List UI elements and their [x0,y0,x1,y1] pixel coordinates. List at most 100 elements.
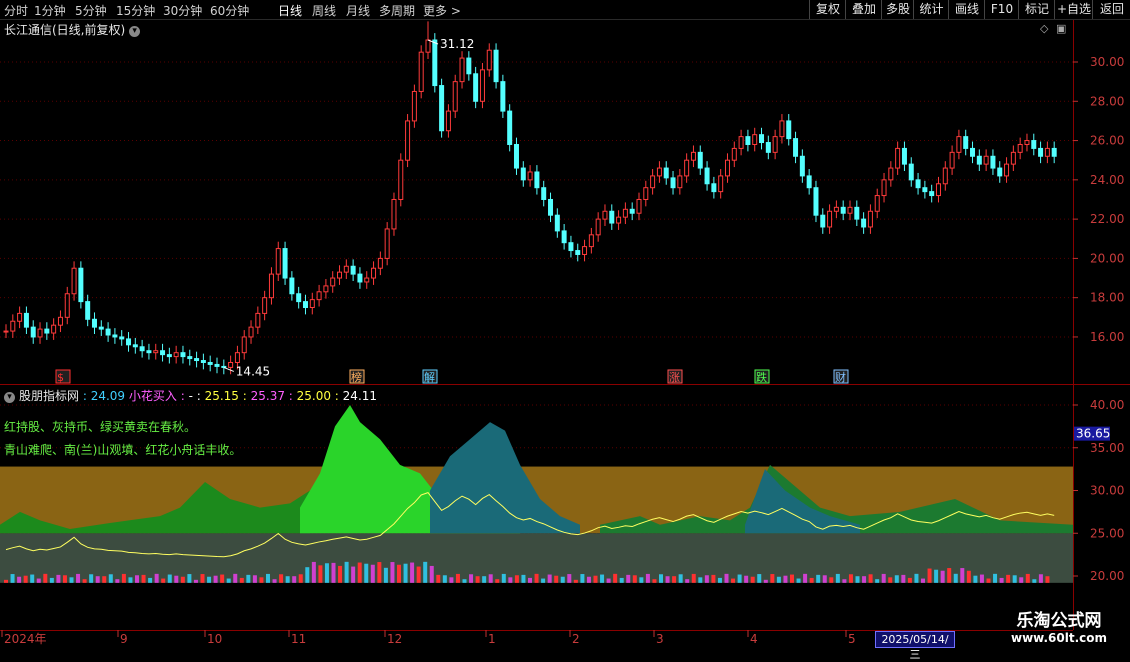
candle-body [629,208,635,214]
multi-stock-button[interactable]: 多股 [881,0,914,19]
period-tab-timeshare[interactable]: 分时 [4,2,28,19]
indicator-bar [979,574,984,583]
period-tab-60min[interactable]: 60分钟 [210,2,249,19]
candle-body [350,265,356,275]
candle-body [670,177,676,189]
back-button[interactable]: 返回 [1092,0,1130,19]
indicator-bar [239,577,244,583]
indicator-bar [927,568,932,583]
indicator-bar [1012,575,1017,583]
indicator-bar [102,576,107,583]
panel-toggle-icon[interactable]: ▣ [1056,22,1066,35]
candle-body [724,159,730,177]
period-tab-15min[interactable]: 15分钟 [116,2,155,19]
indicator-bar [469,574,474,583]
candle-body [833,206,839,212]
candle-body [51,324,57,334]
indicator-bar [547,574,552,583]
current-value-label: 36.65 [1076,427,1110,441]
candle-body [268,273,274,299]
candle-body [704,167,710,185]
overlay-button[interactable]: 叠加 [845,0,882,19]
candle-body [554,214,560,232]
period-tab-1min[interactable]: 1分钟 [34,2,66,19]
low-label: 14.45 [236,364,270,378]
indicator-bar [1045,576,1050,583]
indicator-bar [193,579,198,583]
candlesticks [3,21,1057,375]
period-tab-daily[interactable]: 日线 [278,2,302,19]
indicator-bar [999,577,1004,583]
f10-button[interactable]: F10 [984,0,1019,19]
candle-body [289,277,295,295]
indicator-bar [311,561,316,583]
candle-body [411,90,417,122]
candle-body [262,297,268,314]
indicator-bar [600,574,605,583]
candle-body [493,49,499,83]
indicator-bar [49,577,54,583]
candle-body [690,151,696,161]
candle-body [398,159,404,200]
indicator-bar [953,573,958,583]
kline-chart-canvas[interactable]: 30.00 28.00 26.00 24.00 22.00 20.00 18.00 16.00… [0,0,1130,650]
statistics-button[interactable]: 统计 [913,0,949,19]
candle-body [901,147,907,165]
indicator-bar [455,573,460,583]
price-tick-label: 28.00 [1090,94,1124,108]
indicator-bar [1025,573,1030,583]
candle-body [445,110,451,132]
indicator-value-0: : 24.09 [82,389,126,403]
indicator-note-1: 红持股、灰持币、绿买黄卖在春秋。 [4,420,197,434]
candle-body [37,328,43,338]
candle-body [779,120,785,138]
indicator-bar [855,576,860,583]
indicator-bar [606,578,611,583]
chevron-down-icon[interactable]: ▾ [4,392,15,403]
candle-body [228,361,234,368]
period-tab-monthly[interactable]: 月线 [346,2,370,19]
period-tab-5min[interactable]: 5分钟 [75,2,107,19]
indicator-axis: 40.00 35.00 30.00 25.00 20.00 36.65 [1073,398,1124,583]
candle-body [990,155,996,169]
indicator-bar [993,573,998,583]
time-axis: 2024年 9 10 11 12 1 2 3 4 5 [1,630,856,646]
candle-body [697,151,703,169]
candle-body [772,136,778,153]
diamond-icon[interactable]: ◇ [1040,22,1048,35]
draw-line-button[interactable]: 画线 [948,0,985,19]
period-tab-weekly[interactable]: 周线 [312,2,336,19]
indicator-bar [534,573,539,583]
indicator-bar [324,563,329,583]
candle-body [85,301,91,320]
chevron-down-icon[interactable]: ▾ [129,26,141,37]
indicator-bar [1032,579,1037,583]
more-periods-menu[interactable]: 更多 > [423,2,461,19]
indicator-bar [947,568,952,583]
adjust-button[interactable]: 复权 [809,0,846,19]
event-markers: $ 榜 解 涨 跌 财 [55,369,849,384]
time-label: 2024年 [4,632,47,646]
indicator-bar [881,573,886,583]
candle-body [452,81,458,112]
candle-body [10,320,16,332]
watermark-url: www.60lt.com [1010,631,1108,645]
candle-body [731,147,737,161]
add-watchlist-button[interactable]: +自选 [1054,0,1093,19]
indicator-bar [17,576,22,583]
mark-button[interactable]: 标记 [1018,0,1055,19]
candle-body [337,271,343,279]
candle-body [132,344,138,348]
period-tab-30min[interactable]: 30分钟 [163,2,202,19]
indicator-bar [698,577,703,583]
indicator-bar [717,577,722,583]
candle-body [561,230,567,244]
period-tab-multi[interactable]: 多周期 [379,2,415,19]
candle-body [867,210,873,228]
candle-body [384,228,390,259]
candle-body [1017,143,1023,153]
indicator-bar [108,574,113,583]
candle-body [813,187,819,216]
indicator-bar [508,577,513,583]
indicator-bar [344,561,349,583]
